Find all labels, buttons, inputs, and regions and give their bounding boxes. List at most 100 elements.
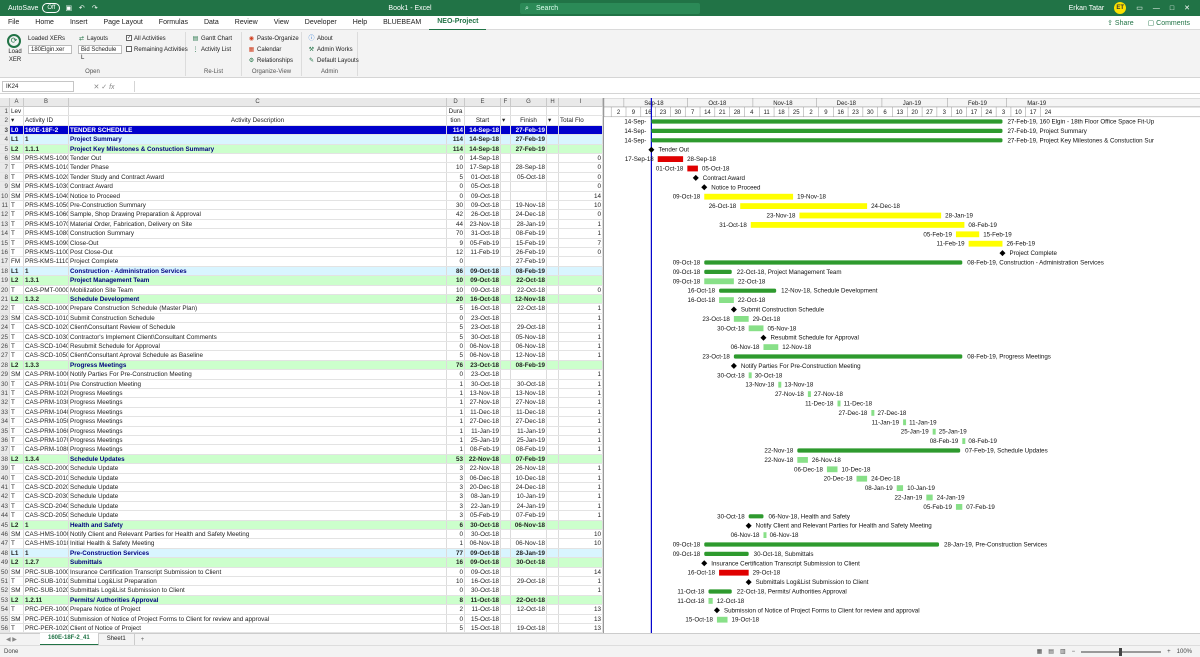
finish-cell[interactable] <box>511 530 547 539</box>
activity-id-cell[interactable]: 1.1.1 <box>24 144 69 153</box>
start-cell[interactable]: 23-Nov-18 <box>465 219 501 229</box>
blank-cell[interactable] <box>501 436 511 445</box>
start-cell[interactable]: 08-Feb-19 <box>465 445 501 454</box>
start-cell[interactable]: 22-Jan-19 <box>465 501 501 511</box>
total-float-cell[interactable]: 1 <box>559 436 603 445</box>
blank-cell[interactable] <box>501 595 511 605</box>
level-cell[interactable]: T <box>10 163 24 172</box>
blank-cell[interactable] <box>501 304 511 313</box>
start-cell[interactable]: 15-Oct-18 <box>465 624 501 633</box>
blank-cell[interactable] <box>547 154 559 163</box>
level-cell[interactable]: FM <box>10 257 24 266</box>
activity-description-cell[interactable]: Contractor's Implement Client\Consultant… <box>69 332 447 341</box>
add-sheet-button[interactable]: + <box>135 637 151 643</box>
activity-description-header[interactable]: Activity Description <box>69 116 447 125</box>
duration-cell[interactable]: 16 <box>447 558 465 567</box>
duration-cell[interactable]: 3 <box>447 492 465 501</box>
duration-cell[interactable]: 5 <box>447 351 465 360</box>
activity-id-cell[interactable]: PRC-SUB-1000 <box>24 567 69 576</box>
blank-cell[interactable] <box>501 370 511 379</box>
total-float-cell[interactable] <box>559 520 603 529</box>
blank-cell[interactable] <box>547 605 559 614</box>
finish-cell[interactable]: 30-Oct-18 <box>511 558 547 567</box>
ribbon-display-icon[interactable]: ▭ <box>1136 4 1143 12</box>
level-cell[interactable]: T <box>10 332 24 341</box>
blank-cell[interactable] <box>501 191 511 200</box>
zoom-slider-knob[interactable] <box>1119 647 1123 656</box>
activity-description-cell[interactable]: Progress Meetings <box>69 417 447 426</box>
start-cell[interactable]: 09-Oct-18 <box>465 266 501 276</box>
total-float-cell[interactable]: 0 <box>559 248 603 257</box>
load-xer-button[interactable]: ⟳ Load XER <box>4 34 24 64</box>
activity-id-cell[interactable]: 1 <box>24 135 69 144</box>
blank-cell[interactable] <box>501 135 511 144</box>
duration-cell[interactable]: 0 <box>447 530 465 539</box>
blank-cell[interactable] <box>501 417 511 426</box>
blank-cell[interactable] <box>501 511 511 520</box>
about-button[interactable]: ⓘ About <box>308 34 332 44</box>
duration-cell[interactable]: 10 <box>447 163 465 172</box>
finish-cell[interactable]: 29-Oct-18 <box>511 577 547 586</box>
level-cell[interactable]: L2 <box>10 454 24 464</box>
level-cell[interactable]: T <box>10 492 24 501</box>
tab-developer[interactable]: Developer <box>297 16 345 30</box>
activity-description-cell[interactable]: Project Key Milestones & Constuction Sum… <box>69 144 447 153</box>
activity-description-cell[interactable]: Initial Health & Safety Meeting <box>69 539 447 548</box>
page-break-icon[interactable]: ▥ <box>1060 648 1066 655</box>
activity-id-cell[interactable]: PRS-KMS-1070 <box>24 219 69 229</box>
total-float-cell[interactable] <box>559 548 603 558</box>
blank-cell[interactable] <box>501 389 511 398</box>
start-cell[interactable]: 31-Oct-18 <box>465 229 501 238</box>
total-float-cell[interactable] <box>559 144 603 153</box>
level-cell[interactable]: T <box>10 511 24 520</box>
activity-id-cell[interactable]: CAS-SCD-2020 <box>24 483 69 492</box>
blank-cell[interactable] <box>501 464 511 473</box>
start-cell[interactable]: 30-Oct-18 <box>465 530 501 539</box>
share-button[interactable]: ⇪ Share <box>1107 19 1134 27</box>
fx-icon[interactable]: fx <box>109 84 114 91</box>
blank-cell[interactable] <box>501 163 511 172</box>
activity-description-cell[interactable]: Progress Meetings <box>69 398 447 407</box>
start-cell[interactable]: 11-Oct-18 <box>465 595 501 605</box>
relationships-button[interactable]: ⚙ Relationships <box>248 56 293 66</box>
tab-page-layout[interactable]: Page Layout <box>95 16 150 30</box>
level-cell[interactable]: L2 <box>10 144 24 153</box>
level-cell[interactable]: T <box>10 464 24 473</box>
blank-cell[interactable] <box>547 492 559 501</box>
activity-description-cell[interactable]: Permits/ Authorities Approval <box>69 595 447 605</box>
duration-cell[interactable]: 0 <box>447 567 465 576</box>
start-cell[interactable]: 09-Oct-18 <box>465 201 501 210</box>
activity-description-cell[interactable]: Client\Consultant Review of Schedule <box>69 323 447 332</box>
total-float-cell[interactable]: 1 <box>559 379 603 388</box>
tab-data[interactable]: Data <box>196 16 227 30</box>
start-cell[interactable]: 09-Oct-18 <box>465 191 501 200</box>
activity-description-cell[interactable]: Notice to Proceed <box>69 191 447 200</box>
start-cell[interactable]: 05-Feb-19 <box>465 238 501 247</box>
level-cell[interactable]: L1 <box>10 266 24 276</box>
duration-cell[interactable]: 10 <box>447 285 465 294</box>
blank-cell[interactable] <box>547 332 559 341</box>
blank-cell[interactable] <box>547 248 559 257</box>
activity-description-cell[interactable]: Insurance Certification Transcript Submi… <box>69 567 447 576</box>
activity-description-cell[interactable]: Client\Consultant Aproval Schedule as Ba… <box>69 351 447 360</box>
blank-cell[interactable] <box>501 605 511 614</box>
blank-cell[interactable] <box>547 624 559 633</box>
total-float-cell[interactable] <box>559 266 603 276</box>
blank-cell[interactable] <box>501 454 511 464</box>
blank-cell[interactable] <box>547 577 559 586</box>
blank-cell[interactable] <box>547 238 559 247</box>
total-float-cell[interactable]: 0 <box>559 285 603 294</box>
finish-cell[interactable]: 26-Feb-19 <box>511 248 547 257</box>
blank-cell[interactable] <box>501 285 511 294</box>
start-cell[interactable]: 09-Oct-18 <box>465 285 501 294</box>
comments-button[interactable]: ▢ Comments <box>1148 19 1190 27</box>
start-cell[interactable]: 16-Oct-18 <box>465 295 501 304</box>
finish-cell[interactable]: 13-Nov-18 <box>511 389 547 398</box>
duration-cell[interactable]: 0 <box>447 257 465 266</box>
level-cell[interactable]: L2 <box>10 360 24 370</box>
activity-id-cell[interactable]: CAS-SCD-1030 <box>24 332 69 341</box>
column-header-c[interactable]: C <box>69 98 447 106</box>
duration-cell[interactable]: 0 <box>447 313 465 323</box>
activity-id-cell[interactable]: PRS-KMS-1110 <box>24 257 69 266</box>
start-cell[interactable]: 14-Sep-18 <box>465 135 501 144</box>
